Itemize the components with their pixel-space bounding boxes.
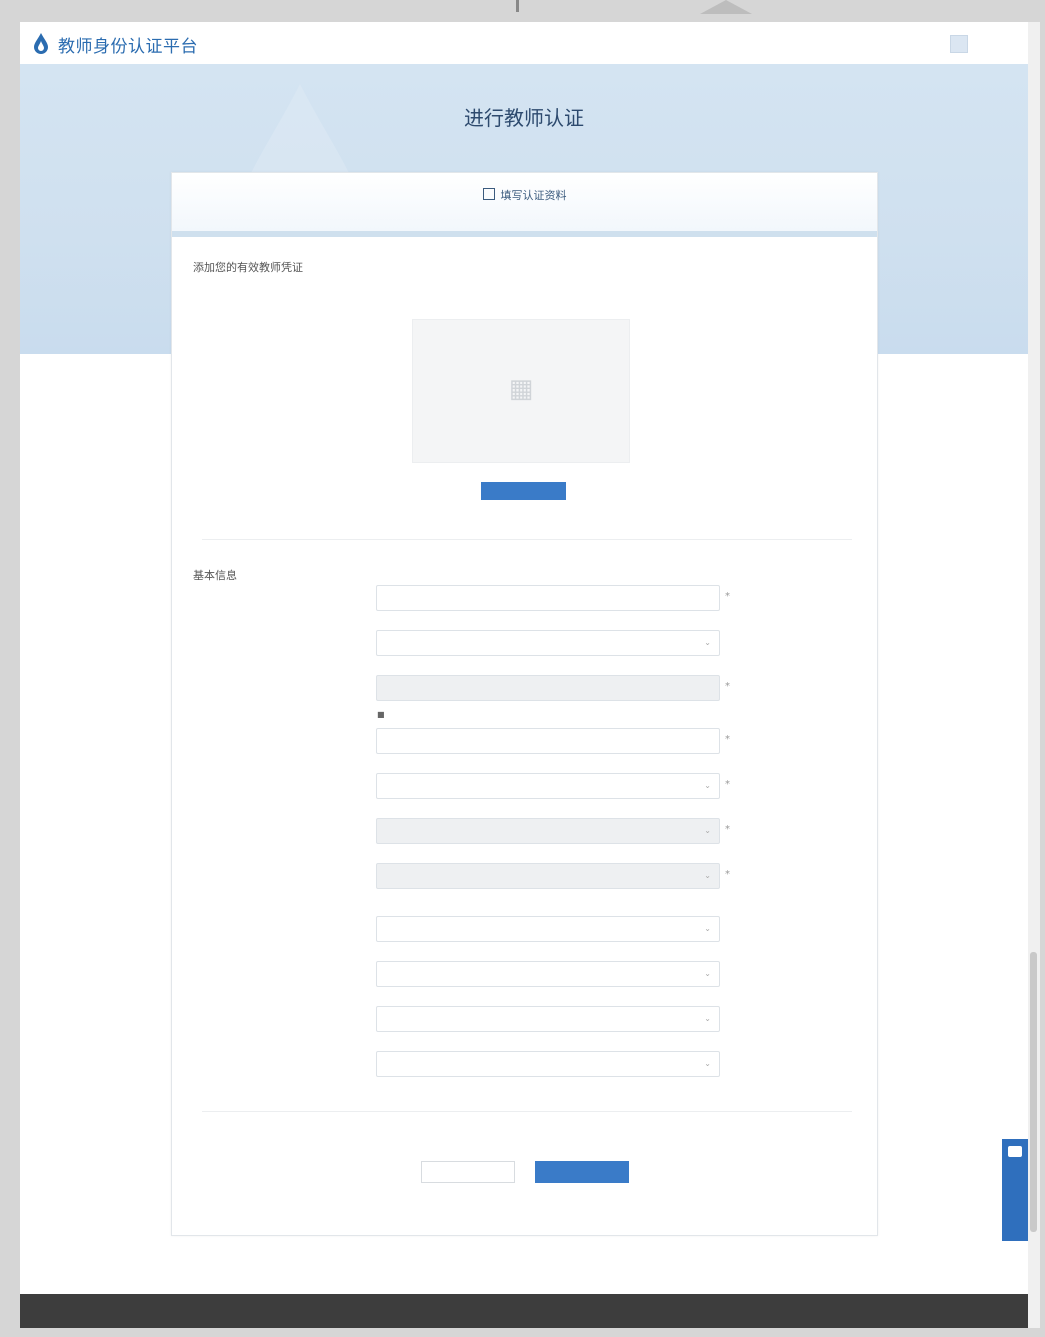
chevron-down-icon: ⌄ — [704, 638, 711, 647]
edit-icon — [482, 188, 495, 200]
chevron-down-icon: ⌄ — [704, 1014, 711, 1023]
help-icon[interactable]: ■ — [377, 710, 385, 719]
page-footer — [20, 1294, 1028, 1328]
select-field: ⌄ — [376, 818, 720, 844]
required-marker: * — [725, 734, 730, 745]
section-divider — [202, 539, 852, 540]
select-field[interactable]: ⌄ — [376, 1006, 720, 1032]
basic-info-section-title: 基本信息 — [193, 569, 237, 582]
required-marker: * — [725, 591, 730, 602]
text-field — [376, 675, 720, 701]
monitor-camera-mark — [700, 0, 752, 14]
chevron-down-icon: ⌄ — [704, 1059, 711, 1068]
chevron-down-icon: ⌄ — [704, 871, 711, 880]
monitor-stand-mark — [516, 0, 519, 12]
chevron-down-icon: ⌄ — [704, 781, 711, 790]
scrollbar-thumb[interactable] — [1030, 952, 1037, 1232]
browser-viewport: 教师身份认证平台 进行教师认证 填写认证资料 添加您的有效教师凭证 ▦ 基本信息… — [20, 22, 1028, 1328]
image-placeholder-icon: ▦ — [508, 374, 534, 404]
top-navbar: 教师身份认证平台 — [20, 22, 1028, 64]
card-title-text: 填写认证资料 — [500, 189, 567, 202]
page-scrollbar[interactable] — [1028, 22, 1040, 1328]
select-field[interactable]: ⌄ — [376, 961, 720, 987]
phone-note: ■ — [377, 710, 385, 719]
select-field[interactable]: ⌄ — [376, 916, 720, 942]
user-avatar-icon[interactable] — [950, 35, 968, 53]
credential-upload-area[interactable]: ▦ — [412, 319, 630, 463]
chevron-down-icon: ⌄ — [704, 826, 711, 835]
select-field[interactable]: ⌄ — [376, 773, 720, 799]
submit-button[interactable] — [535, 1161, 629, 1183]
chat-icon — [1008, 1146, 1022, 1157]
drop-logo-icon[interactable] — [32, 32, 50, 54]
required-marker: * — [725, 824, 730, 835]
required-marker: * — [725, 681, 730, 692]
online-service-widget[interactable] — [1002, 1139, 1028, 1241]
required-marker: * — [725, 869, 730, 880]
chevron-down-icon: ⌄ — [704, 924, 711, 933]
page-title: 进行教师认证 — [464, 106, 584, 130]
select-field[interactable]: ⌄ — [376, 630, 720, 656]
actions-divider — [202, 1111, 852, 1112]
chevron-down-icon: ⌄ — [704, 969, 711, 978]
select-field: ⌄ — [376, 863, 720, 889]
card-header: 填写认证资料 — [172, 173, 877, 237]
card-title: 填写认证资料 — [172, 187, 877, 203]
text-field[interactable] — [376, 585, 720, 611]
required-marker: * — [725, 779, 730, 790]
site-title[interactable]: 教师身份认证平台 — [58, 32, 198, 57]
text-field[interactable] — [376, 728, 720, 754]
cancel-button[interactable] — [421, 1161, 515, 1183]
verification-form-card: 填写认证资料 添加您的有效教师凭证 ▦ 基本信息 * ⌄ * * ⌄ * ⌄ * ⌄ * ⌄ ⌄ ⌄ ⌄ … — [171, 172, 878, 1236]
select-field[interactable]: ⌄ — [376, 1051, 720, 1077]
upload-button[interactable] — [481, 482, 566, 500]
upload-section-title: 添加您的有效教师凭证 — [193, 261, 303, 274]
